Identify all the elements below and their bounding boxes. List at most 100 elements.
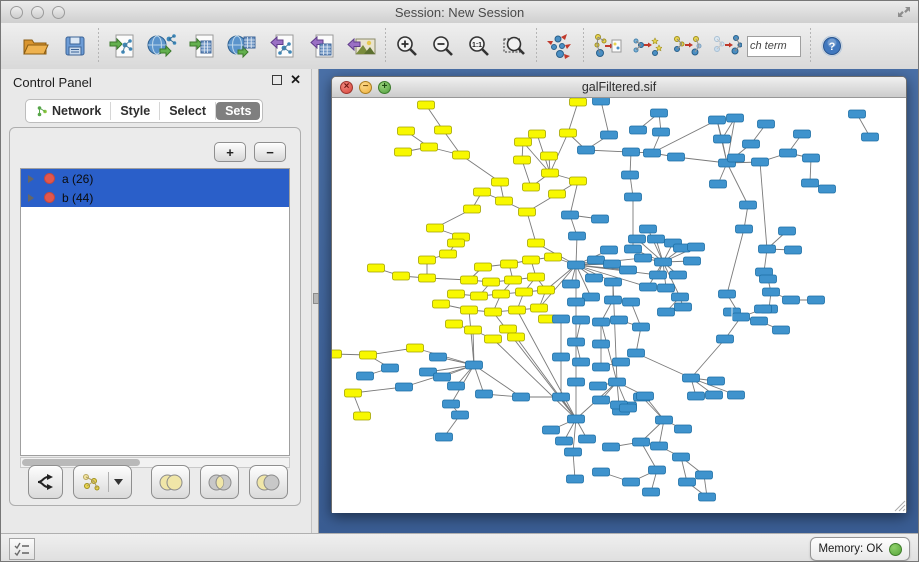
graph-node[interactable]: [684, 257, 701, 265]
graph-node[interactable]: [728, 391, 745, 399]
import-network-file-button[interactable]: [102, 28, 142, 64]
graph-node[interactable]: [568, 261, 585, 269]
network-graph[interactable]: [332, 98, 906, 513]
graph-node[interactable]: [628, 349, 645, 357]
graph-node[interactable]: [605, 278, 622, 286]
graph-node[interactable]: [593, 363, 610, 371]
graph-node[interactable]: [440, 250, 457, 258]
graph-node[interactable]: [560, 129, 577, 137]
graph-node[interactable]: [727, 114, 744, 122]
graph-node[interactable]: [430, 353, 447, 361]
graph-node[interactable]: [625, 193, 642, 201]
graph-node[interactable]: [593, 340, 610, 348]
graph-node[interactable]: [492, 178, 509, 186]
graph-node[interactable]: [719, 290, 736, 298]
zoom-selected-button[interactable]: [497, 28, 533, 64]
float-panel-icon[interactable]: [272, 75, 282, 85]
graph-node[interactable]: [675, 303, 692, 311]
graph-node[interactable]: [461, 306, 478, 314]
graph-node[interactable]: [407, 344, 424, 352]
graph-node[interactable]: [448, 290, 465, 298]
graph-node[interactable]: [640, 225, 657, 233]
graph-node[interactable]: [785, 246, 802, 254]
graph-node[interactable]: [483, 278, 500, 286]
graph-node[interactable]: [640, 283, 657, 291]
graph-node[interactable]: [569, 232, 586, 240]
tab-network[interactable]: Network: [28, 102, 111, 120]
graph-node[interactable]: [586, 274, 603, 282]
graph-node[interactable]: [345, 389, 362, 397]
graph-node[interactable]: [593, 98, 610, 105]
graph-node[interactable]: [485, 308, 502, 316]
graph-node[interactable]: [763, 288, 780, 296]
graph-node[interactable]: [568, 338, 585, 346]
difference-button[interactable]: [249, 465, 288, 499]
graph-node[interactable]: [699, 493, 716, 501]
split-set-button[interactable]: [28, 465, 63, 499]
graph-node[interactable]: [717, 335, 734, 343]
graph-node[interactable]: [629, 235, 646, 243]
task-history-button[interactable]: [9, 538, 35, 560]
graph-node[interactable]: [633, 323, 650, 331]
graph-node[interactable]: [643, 488, 660, 496]
graph-node[interactable]: [567, 475, 584, 483]
graph-node[interactable]: [649, 466, 666, 474]
graph-node[interactable]: [531, 304, 548, 312]
set-row-a[interactable]: a (26): [21, 169, 289, 188]
graph-node[interactable]: [710, 180, 727, 188]
graph-node[interactable]: [501, 260, 518, 268]
graph-node[interactable]: [509, 306, 526, 314]
graph-node[interactable]: [650, 271, 667, 279]
graph-node[interactable]: [568, 298, 585, 306]
graph-node[interactable]: [714, 135, 731, 143]
graph-node[interactable]: [683, 374, 700, 382]
export-table-button[interactable]: [302, 28, 342, 64]
graph-node[interactable]: [658, 308, 675, 316]
graph-node[interactable]: [849, 110, 866, 118]
graph-node[interactable]: [542, 169, 559, 177]
open-session-button[interactable]: [15, 28, 55, 64]
graph-node[interactable]: [573, 358, 590, 366]
save-session-button[interactable]: [55, 28, 95, 64]
graph-node[interactable]: [623, 148, 640, 156]
show-all-button[interactable]: [707, 28, 747, 64]
graph-node[interactable]: [611, 316, 628, 324]
graph-node[interactable]: [780, 149, 797, 157]
graph-node[interactable]: [635, 254, 652, 262]
network-window[interactable]: galFiltered.sif × − +: [331, 76, 907, 513]
new-network-from-selection-button[interactable]: [587, 28, 627, 64]
graph-node[interactable]: [593, 318, 610, 326]
graph-node[interactable]: [752, 158, 769, 166]
graph-node[interactable]: [453, 151, 470, 159]
fullscreen-arrows-icon[interactable]: [896, 4, 912, 20]
graph-node[interactable]: [515, 138, 532, 146]
graph-node[interactable]: [630, 126, 647, 134]
select-first-neighbors-button[interactable]: [627, 28, 667, 64]
graph-node[interactable]: [436, 433, 453, 441]
graph-node[interactable]: [496, 197, 513, 205]
graph-node[interactable]: [688, 243, 705, 251]
graph-node[interactable]: [755, 305, 772, 313]
graph-node[interactable]: [668, 153, 685, 161]
graph-node[interactable]: [419, 256, 436, 264]
graph-node[interactable]: [421, 143, 438, 151]
graph-node[interactable]: [332, 350, 342, 358]
graph-node[interactable]: [779, 227, 796, 235]
graph-node[interactable]: [733, 313, 750, 321]
graph-node[interactable]: [398, 127, 415, 135]
graph-node[interactable]: [538, 286, 555, 294]
help-button[interactable]: ?: [814, 28, 850, 64]
graph-node[interactable]: [759, 245, 776, 253]
graph-node[interactable]: [543, 426, 560, 434]
add-set-button[interactable]: +: [214, 142, 246, 162]
graph-node[interactable]: [601, 246, 618, 254]
maximize-network-button[interactable]: +: [378, 81, 391, 94]
search-input[interactable]: ch term: [747, 36, 801, 57]
graph-node[interactable]: [862, 133, 879, 141]
memory-status-badge[interactable]: Memory: OK: [810, 537, 910, 561]
graph-node[interactable]: [553, 315, 570, 323]
graph-node[interactable]: [433, 300, 450, 308]
graph-node[interactable]: [623, 478, 640, 486]
graph-node[interactable]: [736, 225, 753, 233]
graph-node[interactable]: [604, 260, 621, 268]
